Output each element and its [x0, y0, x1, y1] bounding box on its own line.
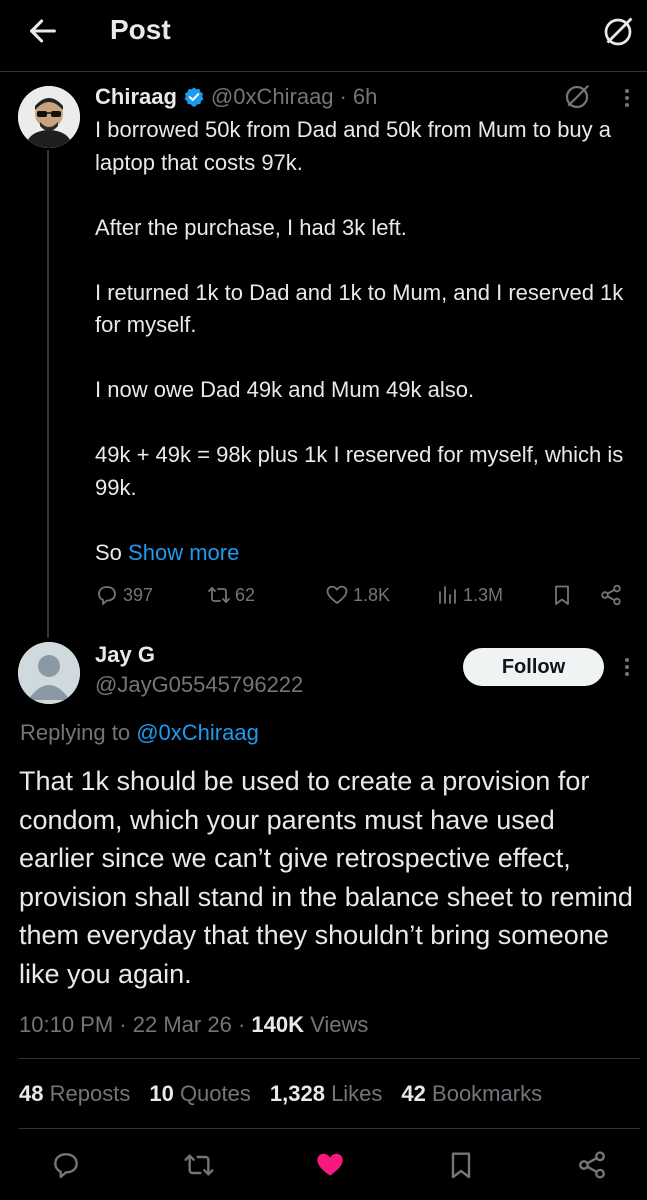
view-count: 1.3M — [463, 584, 504, 605]
bookmark-button[interactable] — [550, 578, 578, 612]
avatar[interactable] — [18, 642, 80, 704]
reply-count: 397 — [123, 584, 154, 605]
thread-line — [47, 150, 49, 638]
follow-button[interactable]: Follow — [463, 648, 604, 686]
replying-to: Replying to @0xChiraag — [20, 720, 259, 746]
share-icon[interactable] — [576, 1149, 608, 1181]
repost-count: 62 — [235, 584, 256, 605]
post-line-truncated: So Show more — [95, 537, 635, 570]
author-name[interactable]: Chiraag — [95, 84, 177, 110]
reposts-stat[interactable]: 48 Reposts — [19, 1081, 130, 1107]
views-count: 140K — [251, 1012, 304, 1037]
author-handle[interactable]: @JayG05545796222 — [95, 672, 303, 698]
share-icon — [601, 584, 621, 606]
top-bar: Post — [0, 0, 647, 72]
post-line: 49k + 49k = 98k plus 1k I reserved for m… — [95, 442, 624, 500]
likes-label: Likes — [331, 1081, 383, 1106]
post-meta: 10:10 PM · 22 Mar 26 · 140K Views — [19, 1012, 368, 1038]
engagement-stats: 48 Reposts 10 Quotes 1,328 Likes 42 Book… — [19, 1081, 542, 1107]
likes-count: 1,328 — [269, 1081, 325, 1106]
grok-icon[interactable] — [600, 14, 636, 50]
post-time[interactable]: 6h — [353, 84, 377, 110]
reply-icon — [98, 586, 116, 605]
truncated-text: So — [95, 539, 122, 565]
post-line: After the purchase, I had 3k left. — [95, 214, 407, 240]
views-icon — [439, 586, 456, 604]
bookmark-icon — [555, 585, 569, 605]
separator: · — [119, 1012, 127, 1037]
post-line: I returned 1k to Dad and 1k to Mum, and … — [95, 279, 624, 338]
reposts-label: Reposts — [49, 1081, 131, 1106]
views-label: Views — [310, 1012, 369, 1037]
bookmark-icon[interactable] — [445, 1149, 477, 1181]
more-vertical-icon[interactable] — [618, 86, 636, 110]
quotes-stat[interactable]: 10 Quotes — [149, 1081, 251, 1107]
bookmarks-stat[interactable]: 42 Bookmarks — [401, 1081, 542, 1107]
divider — [19, 1058, 640, 1059]
page-title: Post — [110, 14, 171, 45]
post-header: Chiraag @0xChiraag · 6h — [95, 82, 377, 112]
author-name[interactable]: Jay G — [95, 642, 155, 668]
reply-button[interactable]: 397 — [95, 578, 153, 612]
post-text: I borrowed 50k from Dad and 50k from Mum… — [95, 114, 635, 569]
share-button[interactable] — [599, 578, 627, 612]
reply-text: That 1k should be used to create a provi… — [19, 766, 633, 989]
reply-icon[interactable] — [50, 1149, 82, 1181]
replying-to-label: Replying to — [20, 720, 131, 745]
post-line: I now owe Dad 49k and Mum 49k also. — [95, 377, 475, 402]
repost-button[interactable]: 62 — [207, 578, 255, 612]
bookmarks-count: 42 — [401, 1081, 426, 1106]
grok-icon[interactable] — [562, 82, 592, 112]
heart-icon[interactable] — [314, 1149, 346, 1181]
replying-to-handle[interactable]: @0xChiraag — [136, 720, 259, 745]
repost-icon[interactable] — [183, 1149, 215, 1181]
avatar[interactable] — [18, 86, 80, 148]
separator: · — [339, 84, 347, 109]
author-handle[interactable]: @0xChiraag — [211, 84, 334, 110]
post-action-bar — [0, 1145, 647, 1185]
verified-badge-icon — [184, 87, 204, 107]
quotes-label: Quotes — [179, 1081, 251, 1106]
separator: · — [237, 1012, 246, 1037]
like-button[interactable]: 1.8K — [325, 578, 390, 612]
post-time[interactable]: 10:10 PM — [19, 1012, 113, 1037]
post-line: I borrowed 50k from Dad and 50k from Mum… — [95, 117, 612, 175]
like-count: 1.8K — [353, 584, 391, 605]
quotes-count: 10 — [149, 1081, 174, 1106]
heart-icon — [326, 585, 348, 604]
bookmarks-label: Bookmarks — [432, 1081, 543, 1106]
more-vertical-icon[interactable] — [618, 655, 636, 679]
likes-stat[interactable]: 1,328 Likes — [270, 1081, 383, 1107]
post-actions: 397 62 1.8K 1.3M — [95, 578, 635, 612]
post-date[interactable]: 22 Mar 26 — [133, 1012, 232, 1037]
repost-icon — [208, 587, 230, 603]
divider — [19, 1128, 640, 1129]
arrow-left-icon[interactable] — [26, 14, 60, 48]
show-more-link[interactable]: Show more — [128, 540, 239, 565]
reposts-count: 48 — [19, 1081, 44, 1106]
views-button[interactable]: 1.3M — [435, 578, 503, 612]
